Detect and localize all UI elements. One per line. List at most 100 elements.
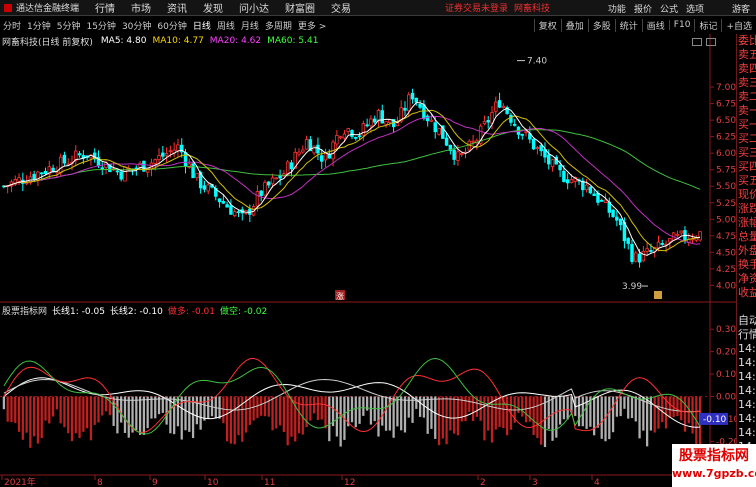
login-notice[interactable]: 证券交易未登录 bbox=[445, 1, 508, 14]
menu-report[interactable]: 报价 bbox=[634, 2, 652, 15]
candle-body bbox=[497, 100, 502, 108]
period-tab-4[interactable]: 30分钟 bbox=[119, 19, 154, 32]
period-tab-8[interactable]: 月线 bbox=[238, 19, 262, 32]
tool-button-1[interactable]: 叠加 bbox=[560, 18, 588, 32]
tool-button-4[interactable]: 画线 bbox=[641, 18, 669, 32]
candle-body bbox=[410, 92, 415, 100]
period-tab-6[interactable]: 日线 bbox=[190, 19, 214, 32]
menu-market[interactable]: 市场 bbox=[131, 0, 151, 15]
candle-body bbox=[675, 233, 680, 236]
sidebar-item-21: 行情 bbox=[738, 328, 756, 341]
candle-body bbox=[346, 128, 350, 133]
time-tick-label: 2 bbox=[480, 478, 486, 487]
menu-quotes[interactable]: 行情 bbox=[95, 0, 115, 15]
candle-body bbox=[388, 119, 392, 124]
period-tab-2[interactable]: 5分钟 bbox=[54, 19, 84, 32]
candle-body bbox=[679, 230, 683, 234]
candle-body bbox=[354, 137, 358, 139]
menu-options[interactable]: 选项 bbox=[686, 2, 704, 15]
candle-body bbox=[58, 156, 63, 174]
menu-function[interactable]: 功能 bbox=[608, 2, 626, 15]
chart-zoom-control[interactable] bbox=[692, 38, 702, 46]
candle-body bbox=[471, 140, 475, 143]
chart-settings-control[interactable] bbox=[706, 38, 716, 46]
candle-body bbox=[274, 177, 279, 180]
candle-body bbox=[637, 253, 642, 263]
price-tick-label: 5.50 bbox=[716, 182, 736, 192]
candle-body bbox=[380, 110, 384, 124]
candle-body bbox=[603, 199, 608, 203]
price-tick-label: 5.75 bbox=[716, 166, 736, 176]
ma20-label: MA20: 4.62 bbox=[209, 36, 262, 46]
watermark-url: www.7gpzb.com bbox=[672, 467, 756, 480]
indicator-tick-label: 0.20 bbox=[716, 348, 736, 358]
candle-body bbox=[202, 185, 207, 190]
tool-button-2[interactable]: 多股 bbox=[587, 18, 615, 32]
period-tab-5[interactable]: 60分钟 bbox=[154, 19, 189, 32]
price-tick-label: 6.00 bbox=[716, 149, 736, 159]
candle-body bbox=[350, 130, 354, 137]
candle-body bbox=[119, 171, 123, 180]
watermark: 股票指标网 www.7gpzb.com bbox=[672, 444, 756, 487]
menu-discover[interactable]: 发现 bbox=[203, 0, 223, 15]
period-tab-1[interactable]: 1分钟 bbox=[24, 19, 54, 32]
indicator-tick-label: 0.00 bbox=[716, 393, 736, 403]
app-logo-icon bbox=[4, 3, 12, 12]
candle-body bbox=[229, 205, 233, 215]
price-tick-label: 5.25 bbox=[716, 199, 736, 209]
candle-body bbox=[600, 199, 604, 202]
guest-label[interactable]: 游客 bbox=[732, 2, 750, 15]
candle-body bbox=[365, 124, 369, 127]
period-tab-0[interactable]: 分时 bbox=[0, 19, 24, 32]
candle-body bbox=[357, 135, 362, 138]
sidebar-item-25: 14:50 bbox=[738, 384, 756, 397]
price-tick-label: 4.75 bbox=[716, 232, 736, 242]
menu-ask[interactable]: 问小达 bbox=[239, 0, 269, 15]
candle-body bbox=[660, 243, 664, 245]
tool-button-3[interactable]: 统计 bbox=[614, 18, 642, 32]
candle-body bbox=[596, 192, 600, 203]
period-tab-3[interactable]: 15分钟 bbox=[83, 19, 118, 32]
menu-news[interactable]: 资讯 bbox=[167, 0, 187, 15]
candle-body bbox=[153, 159, 157, 164]
candle-body bbox=[183, 152, 188, 166]
indicator-name[interactable]: 股票指标网 bbox=[2, 304, 47, 317]
candle-body bbox=[535, 147, 540, 150]
sidebar-item-4: 卖二 bbox=[738, 90, 756, 103]
candle-body bbox=[422, 104, 426, 119]
candle-body bbox=[403, 107, 407, 111]
candle-body bbox=[134, 167, 139, 170]
period-tab-10[interactable]: 更多 > bbox=[295, 19, 329, 32]
tool-button-0[interactable]: 复权 bbox=[533, 18, 561, 32]
candle-body bbox=[17, 177, 21, 182]
tool-button-7[interactable]: +自选 bbox=[721, 18, 756, 32]
candle-body bbox=[634, 252, 638, 262]
candle-body bbox=[259, 190, 263, 196]
period-tab-9[interactable]: 多周期 bbox=[262, 19, 295, 32]
candle-body bbox=[270, 177, 275, 185]
menu-wealth[interactable]: 财富圈 bbox=[285, 0, 315, 15]
sidebar-item-17: 净资 bbox=[738, 272, 756, 285]
candle-body bbox=[539, 145, 543, 152]
sidebar-item-18: 收益 bbox=[738, 286, 756, 299]
candle-body bbox=[278, 175, 282, 179]
sidebar-item-28: 14:50 bbox=[738, 426, 756, 439]
candle-body bbox=[285, 161, 290, 175]
sidebar-item-3: 卖三 bbox=[738, 76, 756, 89]
menu-formula[interactable]: 公式 bbox=[660, 2, 678, 15]
candle-body bbox=[618, 218, 623, 226]
event-marker bbox=[654, 291, 662, 299]
limit-up-label: 涨 bbox=[336, 291, 344, 301]
menu-trade[interactable]: 交易 bbox=[331, 0, 351, 15]
sidebar-item-20: 自动 bbox=[738, 314, 756, 327]
candle-body bbox=[641, 251, 646, 262]
time-tick-label: 9 bbox=[152, 478, 158, 487]
time-tick-label: 10 bbox=[207, 478, 219, 487]
price-tick-label: 4.00 bbox=[716, 281, 736, 291]
period-tab-7[interactable]: 周线 bbox=[214, 19, 238, 32]
main-chart-header: 网畜科技(日线 前复权) MA5: 4.80 MA10: 4.77 MA20: … bbox=[2, 35, 324, 48]
tool-button-5[interactable]: F10 bbox=[668, 20, 695, 30]
sidebar-item-14: 总量 bbox=[738, 230, 756, 243]
tool-button-6[interactable]: 标记 bbox=[694, 18, 721, 32]
chart-canvas[interactable]: 7.00 6.75 6.50 6.25 6.00 5.75 5.50 5.25 5.00 4.75… bbox=[0, 0, 756, 487]
